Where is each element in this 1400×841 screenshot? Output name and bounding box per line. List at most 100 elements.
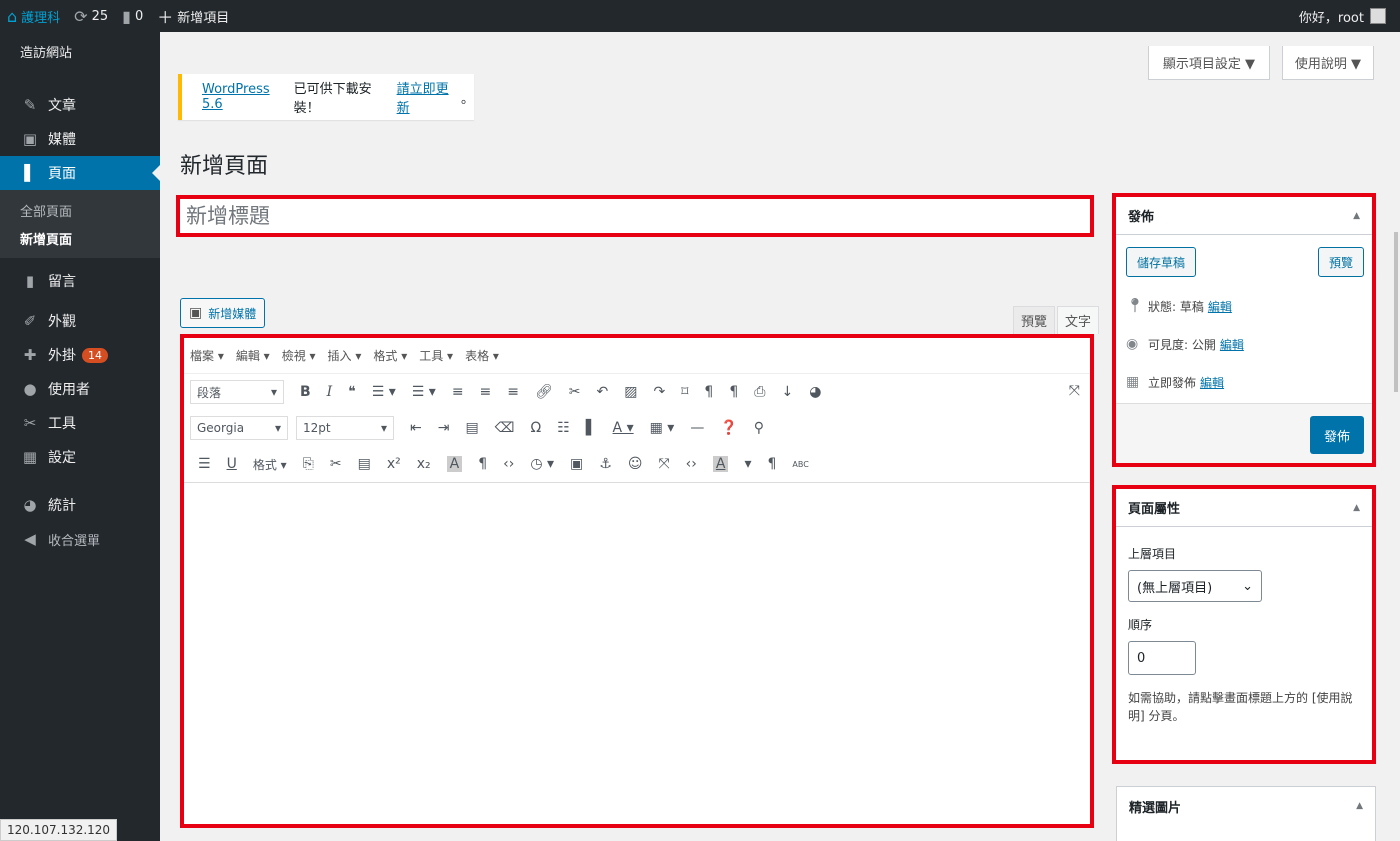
tab-text[interactable]: 文字 <box>1057 306 1099 334</box>
paste-text-icon[interactable]: ▤ <box>465 420 478 436</box>
publish-box-header[interactable]: 發佈 ▲ <box>1116 197 1372 235</box>
account-menu[interactable]: 你好，root <box>1299 7 1400 26</box>
sidebar-item-stats[interactable]: ◕ 統計 <box>0 488 160 522</box>
sidebar-item-pages[interactable]: ▌ 頁面 <box>0 156 160 190</box>
anchor-icon[interactable]: ⚓︎ <box>599 456 612 472</box>
format-menu-button[interactable]: 格式 ▾ <box>253 456 287 473</box>
help-button[interactable]: 使用說明 ▼ <box>1282 46 1374 80</box>
clear-format-icon[interactable]: ⌫ <box>495 420 515 436</box>
chevron-down-icon[interactable]: ▾ <box>744 456 751 472</box>
comments-link[interactable]: ▮ 0 <box>115 0 150 32</box>
scrollbar-thumb[interactable] <box>1394 232 1398 392</box>
more-tag-icon[interactable]: ☷ <box>557 420 570 436</box>
numbered-list-icon[interactable]: ☰ ▾ <box>412 384 436 400</box>
code-icon[interactable]: ‹› <box>503 456 514 472</box>
align-left-icon[interactable]: ≡ <box>452 384 464 400</box>
menu-file[interactable]: 檔案 ▾ <box>190 347 224 364</box>
rtl-icon[interactable]: ¶ <box>729 384 738 400</box>
order-input[interactable]: 0 <box>1128 641 1196 675</box>
arrow-down-icon[interactable]: ↓ <box>781 384 793 400</box>
parent-select[interactable]: (無上層項目) ⌄ <box>1128 570 1262 602</box>
title-input[interactable] <box>180 199 1090 233</box>
page-scrollbar[interactable] <box>1392 32 1400 841</box>
copy-icon[interactable]: ⎘ <box>303 456 314 472</box>
page-attributes-header[interactable]: 頁面屬性 ▲ <box>1116 489 1372 527</box>
underline-icon[interactable]: U <box>227 456 237 472</box>
publish-button[interactable]: 發佈 <box>1309 416 1364 454</box>
submenu-all-pages[interactable]: 全部頁面 <box>0 196 160 224</box>
edit-schedule-link[interactable]: 編輯 <box>1200 374 1224 391</box>
format-select[interactable]: 段落 ▾ <box>190 380 284 404</box>
help-icon[interactable]: ❓ <box>720 420 737 436</box>
fullscreen-icon[interactable]: ⤧ <box>658 456 669 472</box>
justify-icon[interactable]: ☰ <box>198 456 211 472</box>
add-media-button[interactable]: ▣ 新增媒體 <box>180 298 266 328</box>
updates-link[interactable]: ⟳ 25 <box>67 0 115 32</box>
media-embed-icon[interactable]: ▣ <box>570 456 583 472</box>
page-break-icon[interactable]: ▌ <box>586 420 597 436</box>
edit-visibility-link[interactable]: 編輯 <box>1220 336 1244 353</box>
menu-tools[interactable]: 工具 ▾ <box>419 347 453 364</box>
sidebar-item-users[interactable]: ● 使用者 <box>0 372 160 406</box>
subscript-icon[interactable]: x₂ <box>417 456 431 472</box>
indent-icon[interactable]: ⇥ <box>438 420 450 436</box>
highlight-color-icon[interactable]: A <box>712 456 729 472</box>
blockquote-icon[interactable]: ❝ <box>348 384 356 400</box>
horizontal-line-icon[interactable]: — <box>690 420 704 436</box>
redo-icon[interactable]: ↷ <box>654 384 666 400</box>
align-right-icon[interactable]: ≡ <box>507 384 519 400</box>
text-color-icon[interactable]: A ▾ <box>613 420 634 436</box>
sidebar-item-comments[interactable]: ▮ 留言 <box>0 264 160 298</box>
save-draft-button[interactable]: 儲存草稿 <box>1126 247 1197 277</box>
font-family-select[interactable]: Georgia ▾ <box>190 416 288 440</box>
pie-chart-icon[interactable]: ◕ <box>809 384 821 400</box>
wordpress-version-link[interactable]: WordPress 5.6 <box>202 82 294 112</box>
screen-options-button[interactable]: 顯示項目設定 ▼ <box>1148 46 1270 80</box>
collapse-caret-icon[interactable]: ▲ <box>1353 211 1360 221</box>
fullscreen-icon[interactable]: ⤧ <box>1069 383 1080 399</box>
link-icon[interactable]: 🔗︎ <box>535 384 553 400</box>
clock-icon[interactable]: ◷ ▾ <box>530 456 554 472</box>
sidebar-item-posts[interactable]: ✎ 文章 <box>0 88 160 122</box>
image-icon[interactable]: ▨ <box>624 384 637 400</box>
menu-table[interactable]: 表格 ▾ <box>465 347 499 364</box>
table-icon[interactable]: ▦ ▾ <box>650 420 675 436</box>
submenu-add-page[interactable]: 新增頁面 <box>0 224 160 252</box>
spellcheck-button[interactable]: ABC <box>792 460 808 469</box>
bookmark-icon[interactable]: ⌑ <box>681 384 688 400</box>
collapse-caret-icon[interactable]: ▲ <box>1353 503 1360 513</box>
outdent-icon[interactable]: ⇤ <box>410 420 422 436</box>
bold-icon[interactable]: B <box>300 384 311 400</box>
ltr-icon[interactable]: ¶ <box>767 456 776 472</box>
tab-visual[interactable]: 預覽 <box>1013 306 1055 334</box>
collapse-caret-icon[interactable]: ▲ <box>1356 801 1363 811</box>
sidebar-collapse-menu[interactable]: ◀ 收合選單 <box>0 522 160 556</box>
menu-edit[interactable]: 編輯 ▾ <box>236 347 270 364</box>
find-replace-icon[interactable]: ⚲ <box>754 420 764 436</box>
undo-icon[interactable]: ↶ <box>597 384 609 400</box>
pilcrow-icon[interactable]: ¶ <box>478 456 487 472</box>
visit-site-link[interactable]: 造訪網站 <box>0 32 160 70</box>
italic-icon[interactable]: I <box>327 384 333 400</box>
print-icon[interactable]: ⎙ <box>754 384 765 400</box>
new-item-link[interactable]: ＋ 新增項目 <box>150 0 236 32</box>
paragraph-icon[interactable]: ¶ <box>704 384 713 400</box>
align-center-icon[interactable]: ≡ <box>480 384 492 400</box>
menu-format[interactable]: 格式 ▾ <box>373 347 407 364</box>
sidebar-item-plugins[interactable]: ✚ 外掛 14 <box>0 338 160 372</box>
menu-view[interactable]: 檢視 ▾ <box>282 347 316 364</box>
cut-icon[interactable]: ✂ <box>330 456 342 472</box>
unlink-icon[interactable]: ✂ <box>569 384 581 400</box>
paste-icon[interactable]: ▤ <box>358 456 371 472</box>
superscript-icon[interactable]: x² <box>387 456 401 472</box>
preview-button[interactable]: 預覽 <box>1317 247 1364 277</box>
featured-image-header[interactable]: 精選圖片 ▲ <box>1117 787 1375 825</box>
site-name-link[interactable]: ⌂ 護理科 <box>0 0 67 32</box>
edit-status-link[interactable]: 編輯 <box>1208 298 1232 315</box>
omega-icon[interactable]: Ω <box>531 420 542 436</box>
sidebar-item-media[interactable]: ▣ 媒體 <box>0 122 160 156</box>
emoticon-icon[interactable]: ☺ <box>628 456 643 472</box>
sidebar-item-settings[interactable]: ▦ 設定 <box>0 440 160 474</box>
background-color-icon[interactable]: A <box>446 456 463 472</box>
editor-content-area[interactable] <box>184 483 1090 823</box>
